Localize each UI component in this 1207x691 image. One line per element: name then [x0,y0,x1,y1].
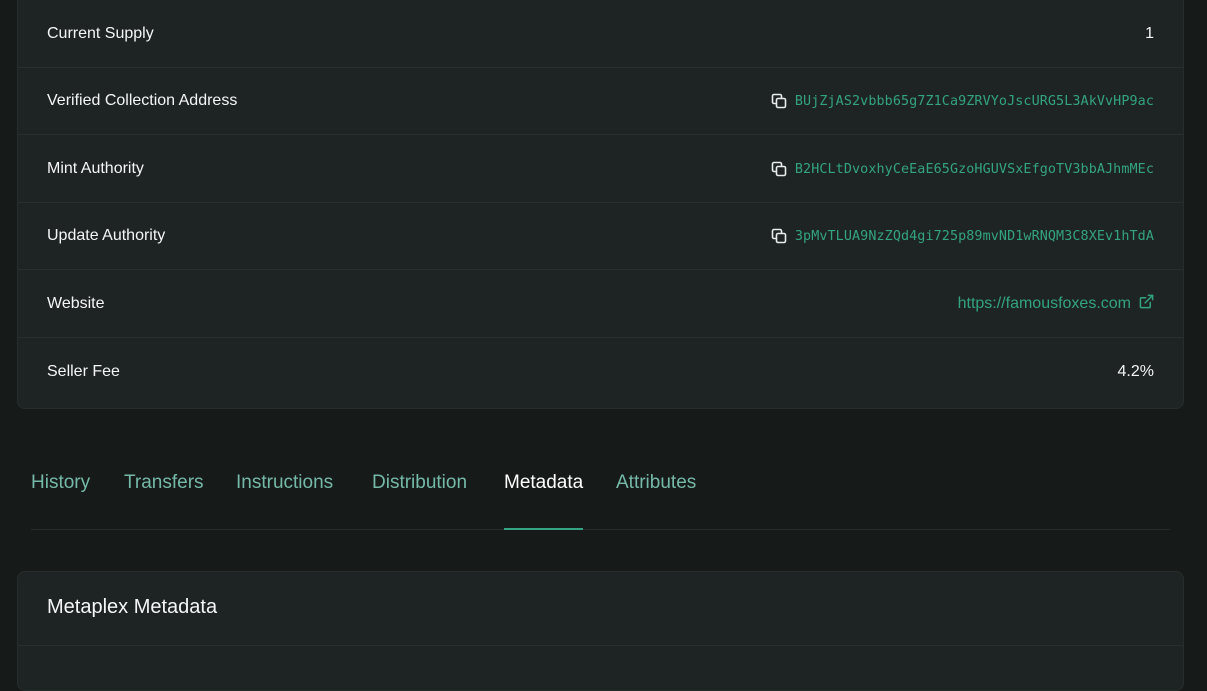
update-authority-address[interactable]: 3pMvTLUA9NzZQd4gi725p89mvND1wRNQM3C8XEv1… [771,228,1154,244]
tab-metadata[interactable]: Metadata [504,460,584,530]
website-label: Website [47,295,105,312]
copy-icon[interactable] [771,228,787,244]
update-authority-label: Update Authority [47,227,166,244]
tab-attributes[interactable]: Attributes [616,460,696,529]
row-current-supply: Current Supply 1 [18,1,1183,68]
website-url[interactable]: https://famousfoxes.com [958,295,1131,313]
metaplex-metadata-card: Metaplex Metadata [17,571,1184,691]
website-link[interactable]: https://famousfoxes.com [958,294,1154,314]
external-link-icon[interactable] [1139,294,1154,314]
tab-transfers[interactable]: Transfers [124,460,204,529]
mint-authority-label: Mint Authority [47,160,144,177]
tab-distribution[interactable]: Distribution [372,460,467,529]
mint-authority-link[interactable]: B2HCLtDvoxhyCeEaE65GzoHGUVSxEfgoTV3bbAJh… [795,162,1154,177]
card-divider [18,645,1183,646]
current-supply-label: Current Supply [47,25,154,42]
token-details-card: Current Supply 1 Verified Collection Add… [17,0,1184,409]
verified-collection-address-link[interactable]: BUjZjAS2vbbb65g7Z1Ca9ZRVYoJscURG5L3AkVvH… [795,94,1154,109]
copy-icon[interactable] [771,93,787,109]
verified-collection-address-label: Verified Collection Address [47,92,238,109]
verified-collection-address[interactable]: BUjZjAS2vbbb65g7Z1Ca9ZRVYoJscURG5L3AkVvH… [771,93,1154,109]
card-title: Metaplex Metadata [47,596,218,618]
seller-fee-label: Seller Fee [47,362,120,380]
mint-authority-address[interactable]: B2HCLtDvoxhyCeEaE65GzoHGUVSxEfgoTV3bbAJh… [771,161,1154,177]
tab-bar: History Transfers Instructions Distribut… [31,460,1170,530]
row-update-authority: Update Authority 3pMvTLUA9NzZQd4gi725p89… [18,203,1183,270]
copy-icon[interactable] [771,161,787,177]
tab-instructions[interactable]: Instructions [236,460,333,529]
update-authority-link[interactable]: 3pMvTLUA9NzZQd4gi725p89mvND1wRNQM3C8XEv1… [795,229,1154,244]
current-supply-value: 1 [1145,25,1154,42]
row-mint-authority: Mint Authority B2HCLtDvoxhyCeEaE65GzoHGU… [18,136,1183,203]
row-seller-fee: Seller Fee 4.2% [18,338,1183,405]
seller-fee-value: 4.2% [1117,362,1154,380]
tab-history[interactable]: History [31,460,90,529]
row-verified-collection-address: Verified Collection Address BUjZjAS2vbbb… [18,68,1183,135]
row-website: Website https://famousfoxes.com [18,271,1183,338]
